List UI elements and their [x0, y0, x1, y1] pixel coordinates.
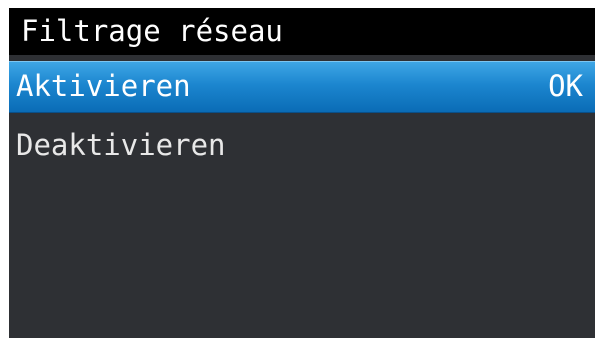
lcd-screen: Filtrage réseau Aktivieren OK Deaktivier…	[9, 8, 595, 338]
menu-item-deaktivieren[interactable]: Deaktivieren	[9, 121, 595, 173]
menu-item-label: Deaktivieren	[16, 128, 226, 162]
screen-title: Filtrage réseau	[21, 14, 283, 48]
menu-item-aktivieren[interactable]: Aktivieren OK	[9, 61, 595, 113]
selected-status-indicator: OK	[548, 69, 583, 103]
title-bar: Filtrage réseau	[9, 8, 595, 55]
menu-item-label: Aktivieren	[16, 69, 191, 103]
